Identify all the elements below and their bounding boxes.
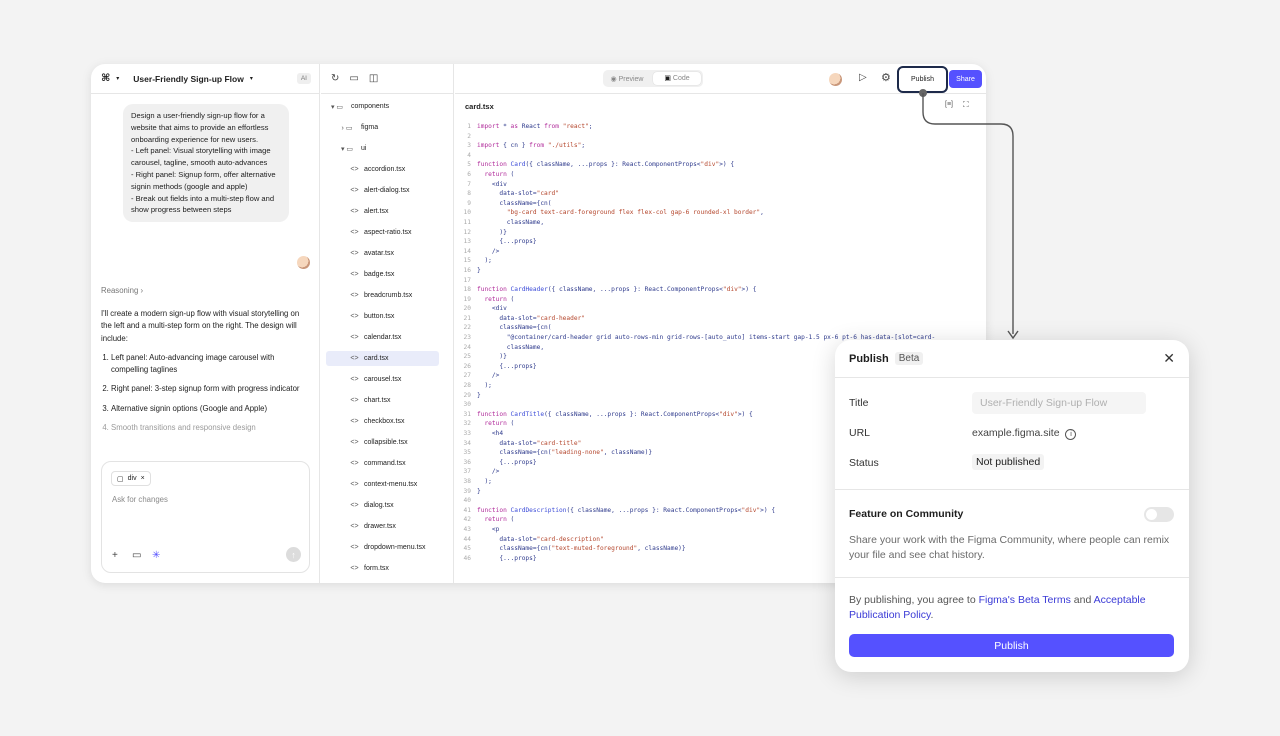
- status-label: Status: [849, 457, 879, 469]
- beta-badge: Beta: [894, 352, 924, 365]
- beta-terms-link[interactable]: Figma's Beta Terms: [979, 594, 1071, 606]
- url-label: URL: [849, 427, 871, 439]
- dialog-title: Publish: [849, 352, 889, 365]
- divider: [835, 577, 1189, 578]
- title-input[interactable]: User-Friendly Sign-up Flow: [972, 392, 1146, 414]
- terms-text: By publishing, you agree to Figma's Beta…: [849, 593, 1179, 623]
- publish-dialog: Publish Beta ✕ Title User-Friendly Sign-…: [835, 340, 1189, 672]
- dialog-publish-button[interactable]: Publish: [849, 634, 1174, 657]
- divider: [835, 489, 1189, 490]
- terms-prefix: By publishing, you agree to: [849, 594, 979, 606]
- terms-suffix: .: [930, 609, 934, 621]
- terms-mid: and: [1070, 594, 1094, 606]
- dialog-header: Publish Beta ✕: [835, 340, 1189, 378]
- url-text: example.figma.site: [972, 427, 1060, 439]
- feature-toggle[interactable]: [1144, 507, 1174, 522]
- info-icon[interactable]: i: [1065, 429, 1077, 440]
- feature-description: Share your work with the Figma Community…: [849, 534, 1170, 561]
- status-badge: Not published: [972, 454, 1045, 470]
- close-icon[interactable]: ✕: [1163, 350, 1175, 367]
- feature-label: Feature on Community: [849, 508, 964, 520]
- url-value: example.figma.site i: [972, 427, 1077, 440]
- title-label: Title: [849, 397, 869, 409]
